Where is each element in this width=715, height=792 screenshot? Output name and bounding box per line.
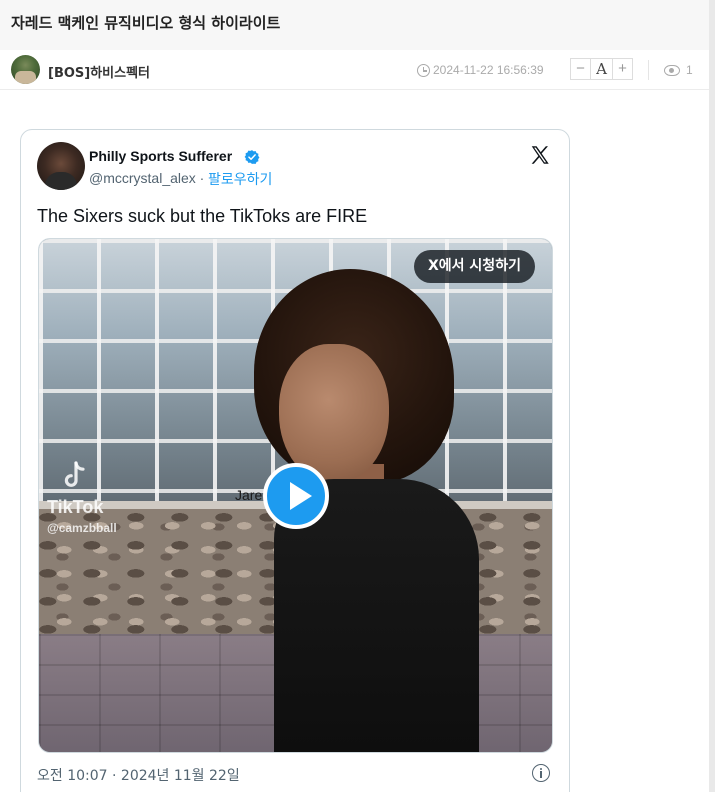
font-increase-button[interactable]: + (612, 58, 633, 80)
tweet-video[interactable]: TikTok @camzbball Jare n X에서 시청하기 (38, 238, 553, 753)
tweet-timestamp[interactable]: 오전 10:07 · 2024년 11월 22일 (37, 765, 240, 785)
embedded-tweet[interactable]: Philly Sports Sufferer @mccrystal_alex ·… (20, 129, 570, 792)
tweet-text: The Sixers suck but the TikToks are FIRE (37, 206, 368, 226)
watch-on-x-button[interactable]: X에서 시청하기 (414, 250, 535, 283)
post-date: 2024-11-22 16:56:39 (433, 63, 544, 77)
handle-separator: · (195, 170, 205, 186)
follow-link[interactable]: 팔로우하기 (208, 169, 272, 189)
tweet-author-avatar[interactable] (37, 142, 85, 190)
eye-icon (664, 65, 680, 76)
info-icon[interactable] (532, 764, 550, 782)
tiktok-watermark: TikTok (47, 497, 104, 517)
tweet-handle-text[interactable]: @mccrystal_alex (89, 170, 196, 186)
tiktok-username: @camzbball (47, 521, 117, 535)
clock-icon (417, 64, 430, 77)
font-size-button[interactable]: A (591, 58, 612, 80)
scrollbar-track[interactable] (709, 0, 715, 792)
post-header: 자레드 맥케인 뮤직비디오 형식 하이라이트 (0, 0, 709, 50)
font-decrease-button[interactable]: − (570, 58, 591, 80)
play-icon[interactable] (263, 463, 329, 529)
x-logo-icon[interactable] (529, 144, 551, 166)
post-title: 자레드 맥케인 뮤직비디오 형식 하이라이트 (11, 14, 281, 32)
tweet-handle[interactable]: @mccrystal_alex · (89, 170, 204, 186)
verified-badge-icon (244, 150, 260, 164)
view-count: 1 (686, 63, 693, 77)
tiktok-logo-icon (64, 461, 85, 487)
author-avatar[interactable] (11, 55, 40, 84)
tweet-display-name[interactable]: Philly Sports Sufferer (89, 148, 232, 164)
post-meta-bar: [BOS]하비스펙터 2024-11-22 16:56:39 − A + 1 (0, 50, 709, 90)
author-name[interactable]: [BOS]하비스펙터 (48, 62, 150, 81)
divider (648, 60, 649, 80)
